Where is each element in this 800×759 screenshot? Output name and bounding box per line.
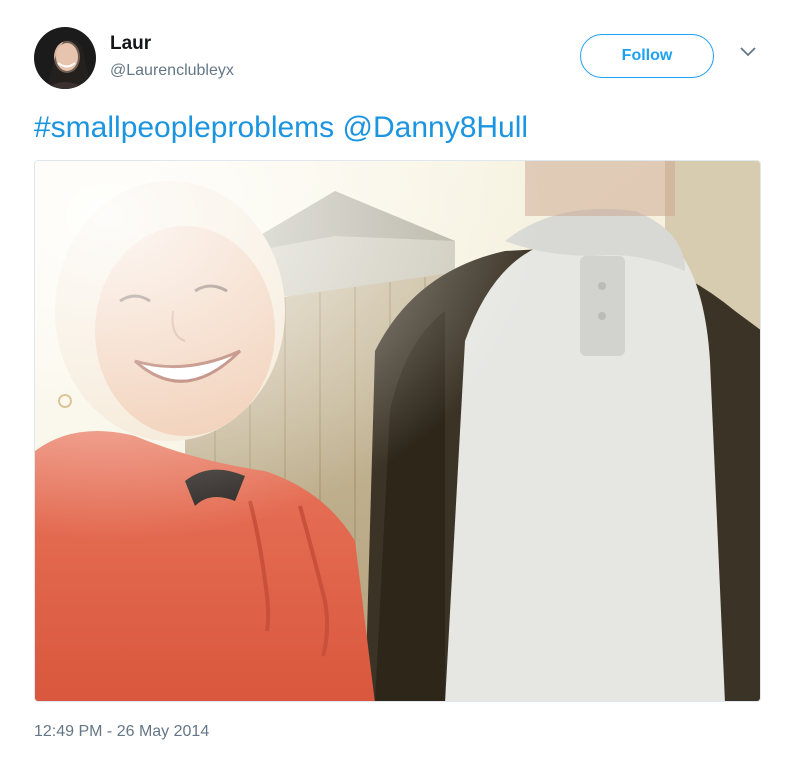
avatar[interactable] bbox=[34, 27, 96, 89]
tweet-text: #smallpeopleproblems @Danny8Hull bbox=[34, 108, 528, 148]
mention-link[interactable]: @Danny8Hull bbox=[343, 111, 529, 144]
more-options-button[interactable] bbox=[736, 42, 760, 62]
tweet-timestamp[interactable]: 12:49 PM - 26 May 2014 bbox=[34, 723, 209, 741]
follow-button[interactable]: Follow bbox=[580, 34, 714, 78]
profile-photo-icon bbox=[34, 27, 96, 89]
tweet-photo[interactable] bbox=[34, 160, 761, 702]
chevron-down-icon bbox=[740, 47, 756, 57]
user-handle[interactable]: @Laurenclubleyx bbox=[110, 62, 234, 80]
photo-image bbox=[35, 161, 760, 701]
hashtag-link[interactable]: #smallpeopleproblems bbox=[34, 111, 334, 144]
display-name[interactable]: Laur bbox=[110, 33, 151, 55]
